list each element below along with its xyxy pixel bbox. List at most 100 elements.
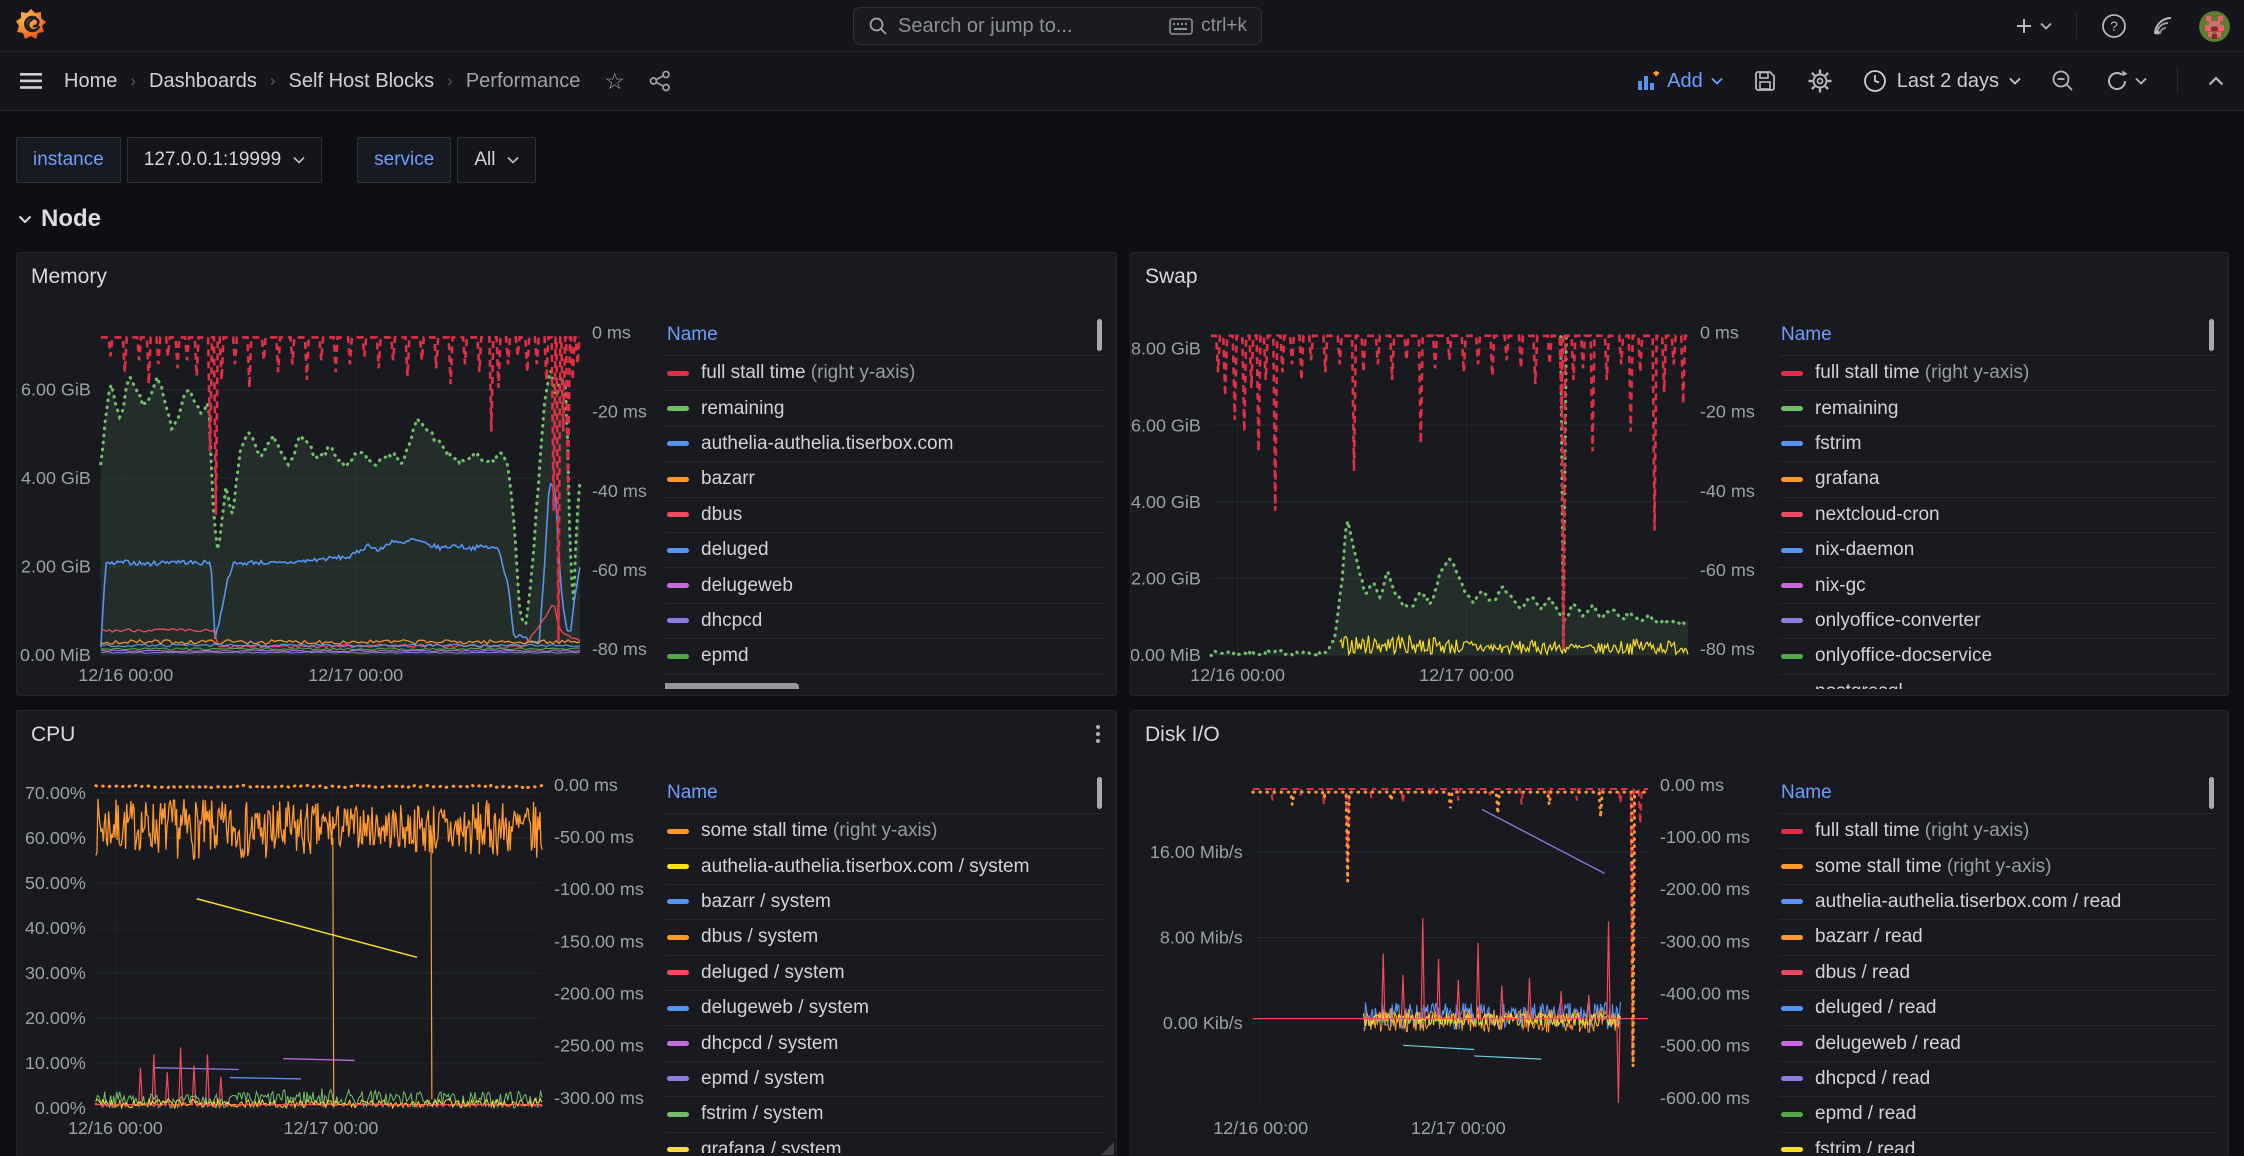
time-range-picker[interactable]: Last 2 days bbox=[1863, 69, 2021, 93]
series-magenta-seg bbox=[283, 1059, 354, 1061]
svg-text:-200.00 ms: -200.00 ms bbox=[554, 983, 644, 1003]
series-color-swatch bbox=[667, 548, 689, 553]
series-color-swatch bbox=[667, 1147, 689, 1152]
legend-item[interactable]: authelia-authelia.tiserbox.com / system bbox=[665, 849, 1106, 884]
legend-vertical-scrollbar[interactable] bbox=[2209, 319, 2214, 351]
series-cyan-seg-2 bbox=[1474, 1056, 1541, 1059]
legend-name-header[interactable]: Name bbox=[665, 775, 1106, 814]
series-color-swatch bbox=[1781, 970, 1803, 975]
legend-item[interactable]: dhcpcd / system bbox=[665, 1026, 1106, 1061]
clock-icon bbox=[1863, 69, 1887, 93]
breadcrumb-item[interactable]: Self Host Blocks bbox=[289, 70, 435, 93]
add-panel-button[interactable]: Add bbox=[1637, 70, 1723, 93]
legend-item[interactable]: delugeweb bbox=[665, 568, 1106, 603]
help-button[interactable]: ? bbox=[2101, 13, 2127, 39]
variable-label[interactable]: service bbox=[357, 137, 451, 183]
legend-item[interactable]: epmd / read bbox=[1779, 1097, 2218, 1132]
new-menu-button[interactable] bbox=[2014, 16, 2052, 36]
top-navbar: Search or jump to... ctrl+k bbox=[0, 0, 2244, 52]
legend-item[interactable]: bazarr / read bbox=[1779, 920, 2218, 955]
legend-item[interactable]: dbus / read bbox=[1779, 956, 2218, 991]
legend-item[interactable]: onlyoffice-docservice bbox=[1779, 639, 2218, 674]
legend-vertical-scrollbar[interactable] bbox=[2209, 777, 2214, 809]
svg-text:-600.00 ms: -600.00 ms bbox=[1660, 1088, 1750, 1108]
variable-value-dropdown[interactable]: 127.0.0.1:19999 bbox=[127, 137, 322, 183]
series-label: onlyoffice-converter bbox=[1815, 610, 1980, 632]
row-node-toggle[interactable]: Node bbox=[18, 205, 101, 233]
legend-item[interactable]: dbus bbox=[665, 498, 1106, 533]
legend-item[interactable]: dbus / system bbox=[665, 920, 1106, 955]
legend-item[interactable]: delugeweb / system bbox=[665, 991, 1106, 1026]
legend-item[interactable]: dhcpcd bbox=[665, 604, 1106, 639]
legend-item[interactable]: grafana / system bbox=[665, 1133, 1106, 1153]
legend-item[interactable]: some stall time (right y-axis) bbox=[665, 814, 1106, 849]
mega-menu-button[interactable] bbox=[20, 73, 42, 89]
legend-item[interactable]: onlyoffice-converter bbox=[1779, 604, 2218, 639]
variable-label[interactable]: instance bbox=[16, 137, 121, 183]
series-color-swatch bbox=[1781, 1041, 1803, 1046]
panel-resize-handle[interactable] bbox=[1101, 1142, 1114, 1155]
legend-item[interactable]: full stall time (right y-axis) bbox=[665, 356, 1106, 391]
svg-text:-80 ms: -80 ms bbox=[1700, 639, 1755, 659]
legend-item[interactable]: deluged / system bbox=[665, 956, 1106, 991]
legend-item[interactable]: remaining bbox=[665, 391, 1106, 426]
legend-name-header[interactable]: Name bbox=[1779, 775, 2218, 814]
series-full stall time bbox=[1253, 789, 1648, 1056]
legend-item[interactable]: some stall time (right y-axis) bbox=[1779, 849, 2218, 884]
legend-item[interactable]: deluged bbox=[665, 533, 1106, 568]
collapse-toolbar-button[interactable] bbox=[2208, 76, 2224, 86]
svg-text:50.00%: 50.00% bbox=[25, 873, 86, 893]
legend-item[interactable]: authelia-authelia.tiserbox.com / read bbox=[1779, 885, 2218, 920]
grafana-logo-icon[interactable] bbox=[14, 6, 48, 44]
legend-name-header[interactable]: Name bbox=[1779, 317, 2218, 356]
hamburger-icon bbox=[20, 73, 42, 89]
legend-item[interactable]: full stall time (right y-axis) bbox=[1779, 814, 2218, 849]
legend-item[interactable]: dhcpcd / read bbox=[1779, 1062, 2218, 1097]
share-button[interactable] bbox=[649, 70, 671, 92]
legend-item[interactable]: nix-daemon bbox=[1779, 533, 2218, 568]
legend-name-header[interactable]: Name bbox=[665, 317, 1106, 356]
series-area-remaining bbox=[1211, 521, 1688, 655]
legend-item[interactable]: postgresql bbox=[1779, 675, 2218, 689]
legend-item[interactable]: epmd bbox=[665, 639, 1106, 674]
legend-item[interactable]: remaining bbox=[1779, 391, 2218, 426]
legend-item[interactable]: delugeweb / read bbox=[1779, 1026, 2218, 1061]
legend-item[interactable]: fstrim / system bbox=[665, 1097, 1106, 1132]
legend-item[interactable]: bazarr bbox=[665, 462, 1106, 497]
legend-horizontal-scrollbar[interactable] bbox=[665, 683, 799, 689]
legend-item[interactable]: full stall time (right y-axis) bbox=[1779, 356, 2218, 391]
legend-vertical-scrollbar[interactable] bbox=[1097, 777, 1102, 809]
zoom-out-button[interactable] bbox=[2051, 69, 2075, 93]
breadcrumb-item[interactable]: Dashboards bbox=[149, 70, 257, 93]
dashboard-settings-button[interactable] bbox=[1807, 68, 1833, 94]
legend-item[interactable]: nextcloud-cron bbox=[1779, 498, 2218, 533]
search-input[interactable]: Search or jump to... ctrl+k bbox=[853, 7, 1262, 45]
series-label: deluged bbox=[701, 539, 769, 561]
series-label: fstrim bbox=[1815, 433, 1861, 455]
panel-disk-io: Disk I/O 16.00 Mib/s8.00 Mib/s0.00 Kib/s… bbox=[1130, 710, 2229, 1156]
save-dashboard-button[interactable] bbox=[1753, 69, 1777, 93]
legend-item[interactable]: fstrim / read bbox=[1779, 1133, 2218, 1153]
svg-text:-200.00 ms: -200.00 ms bbox=[1660, 879, 1750, 899]
legend-item[interactable]: epmd / system bbox=[665, 1062, 1106, 1097]
breadcrumb-item[interactable]: Home bbox=[64, 70, 117, 93]
legend-item[interactable]: nix-gc bbox=[1779, 568, 2218, 603]
svg-text:40.00%: 40.00% bbox=[25, 918, 86, 938]
favorite-button[interactable]: ☆ bbox=[604, 68, 625, 95]
legend-item[interactable]: grafana bbox=[1779, 462, 2218, 497]
series-label: bazarr bbox=[701, 468, 755, 490]
news-button[interactable] bbox=[2151, 14, 2175, 38]
chevron-up-icon bbox=[2208, 76, 2224, 86]
legend-vertical-scrollbar[interactable] bbox=[1097, 319, 1102, 351]
legend-item[interactable]: bazarr / system bbox=[665, 885, 1106, 920]
series-color-swatch bbox=[1781, 864, 1803, 869]
user-avatar[interactable] bbox=[2199, 11, 2230, 42]
svg-text:20.00%: 20.00% bbox=[25, 1008, 86, 1028]
legend-item[interactable]: fstrim bbox=[1779, 427, 2218, 462]
legend-item[interactable]: deluged / read bbox=[1779, 991, 2218, 1026]
svg-text:12/16 00:00: 12/16 00:00 bbox=[1213, 1118, 1308, 1138]
legend-item[interactable]: authelia-authelia.tiserbox.com bbox=[665, 427, 1106, 462]
variable-value-dropdown[interactable]: All bbox=[457, 137, 536, 183]
refresh-button[interactable] bbox=[2105, 69, 2147, 93]
svg-text:-20 ms: -20 ms bbox=[592, 402, 647, 422]
